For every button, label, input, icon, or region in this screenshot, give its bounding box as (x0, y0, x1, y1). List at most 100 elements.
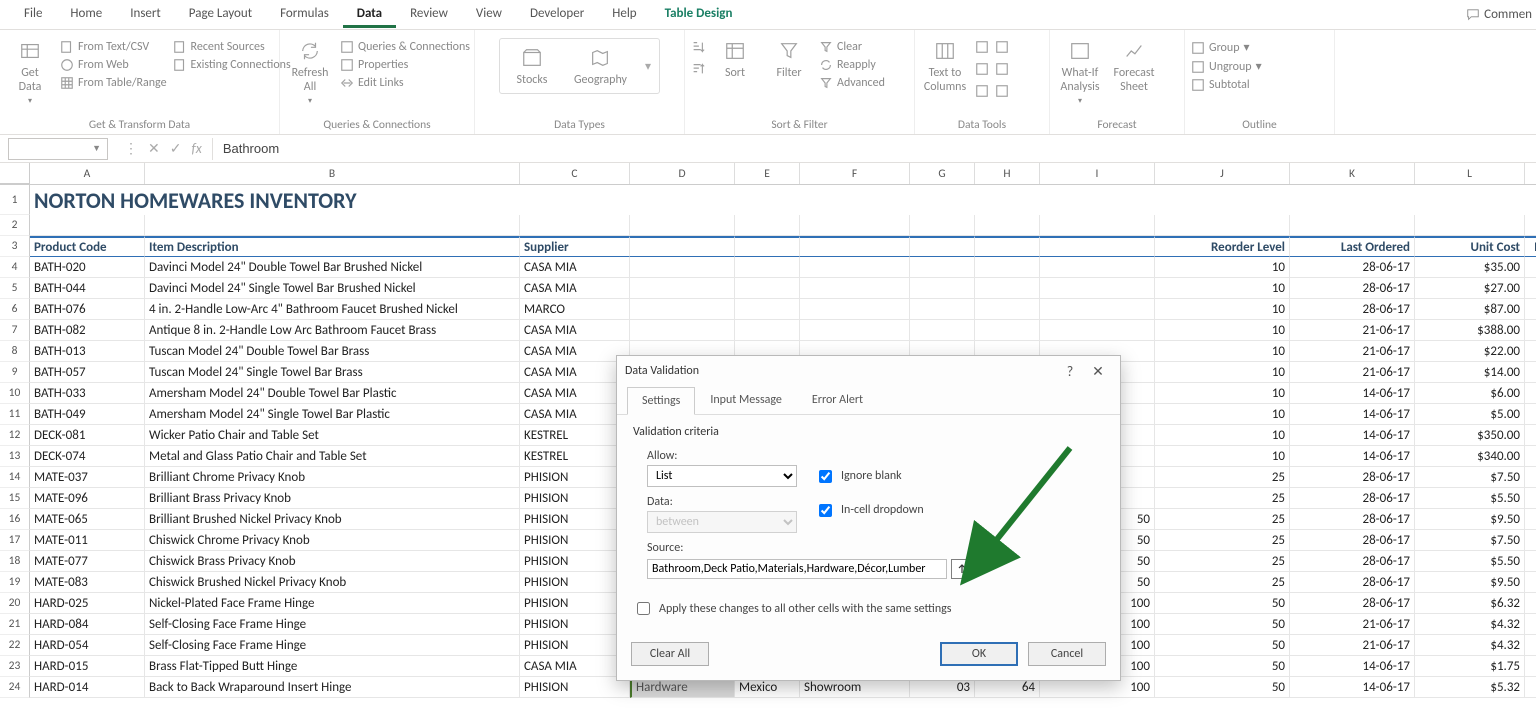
cell[interactable] (735, 278, 800, 299)
col-header-I[interactable]: I (1040, 163, 1155, 184)
cell[interactable]: Nickel-Plated Face Frame Hinge (145, 593, 520, 614)
cell[interactable]: Retail (1525, 236, 1536, 257)
cell[interactable] (630, 215, 735, 236)
tab-data[interactable]: Data (343, 2, 396, 28)
cell[interactable]: CASA MIA (520, 383, 630, 404)
cell[interactable]: $ (1525, 614, 1536, 635)
cell[interactable]: 28-06-17 (1290, 593, 1415, 614)
whatif-button[interactable]: What-If Analysis ▾ (1056, 38, 1104, 106)
cell[interactable]: $ (1525, 635, 1536, 656)
cell[interactable]: $ (1525, 677, 1536, 698)
cell[interactable] (1290, 185, 1415, 215)
cell[interactable] (910, 257, 975, 278)
filter-button[interactable]: Filter (765, 38, 813, 80)
cell[interactable]: 21-06-17 (1290, 341, 1415, 362)
cell[interactable]: Chiswick Brass Privacy Knob (145, 551, 520, 572)
cell[interactable]: 50 (1155, 656, 1290, 677)
cell[interactable]: DECK-074 (30, 446, 145, 467)
cell[interactable] (1415, 185, 1525, 215)
cell[interactable]: $42 (1525, 425, 1536, 446)
cell[interactable]: $42 (1525, 320, 1536, 341)
tab-formulas[interactable]: Formulas (266, 2, 343, 28)
col-header-M[interactable]: M (1525, 163, 1536, 184)
cell[interactable]: 50 (1155, 635, 1290, 656)
ok-button[interactable]: OK (940, 642, 1018, 666)
cell[interactable]: $10 (1525, 299, 1536, 320)
cell[interactable]: Brass Flat-Tipped Butt Hinge (145, 656, 520, 677)
row-header[interactable]: 23 (0, 656, 30, 677)
cell[interactable]: $1 (1525, 362, 1536, 383)
from-text-csv[interactable]: From Text/CSV (60, 38, 167, 56)
cell[interactable]: BATH-033 (30, 383, 145, 404)
cell[interactable]: PHISION (520, 551, 630, 572)
geography-button[interactable]: Geography (574, 45, 627, 87)
name-box-dropdown-icon[interactable]: ▼ (92, 143, 101, 154)
cell[interactable] (1155, 215, 1290, 236)
reapply-filter[interactable]: Reapply (819, 56, 885, 74)
col-header-C[interactable]: C (520, 163, 630, 184)
row-header[interactable]: 3 (0, 236, 30, 257)
cell[interactable] (910, 278, 975, 299)
cell[interactable] (975, 215, 1040, 236)
cell[interactable]: MATE-083 (30, 572, 145, 593)
cell[interactable]: CASA MIA (520, 257, 630, 278)
cell[interactable]: Brilliant Brass Privacy Knob (145, 488, 520, 509)
cell[interactable]: 28-06-17 (1290, 488, 1415, 509)
cell[interactable]: Last Ordered (1290, 236, 1415, 257)
cell[interactable]: PHISION (520, 614, 630, 635)
cell[interactable] (1040, 278, 1155, 299)
cell[interactable] (735, 320, 800, 341)
cell[interactable]: $5.32 (1415, 677, 1525, 698)
cell[interactable] (975, 257, 1040, 278)
cell[interactable] (1415, 215, 1525, 236)
cell[interactable]: CASA MIA (520, 404, 630, 425)
cell[interactable]: PHISION (520, 677, 630, 698)
row-header[interactable]: 4 (0, 257, 30, 278)
cell[interactable]: Antique 8 in. 2-Handle Low Arc Bathroom … (145, 320, 520, 341)
comments-button[interactable]: Commen (1466, 7, 1536, 22)
cell[interactable]: $ (1525, 551, 1536, 572)
cell[interactable]: KESTREL (520, 446, 630, 467)
data-model-icon[interactable] (995, 82, 1009, 100)
cell[interactable]: BATH-049 (30, 404, 145, 425)
tab-page-layout[interactable]: Page Layout (175, 2, 266, 28)
cell[interactable]: 10 (1155, 341, 1290, 362)
cancel-icon[interactable]: ✕ (148, 140, 160, 157)
source-input[interactable] (647, 559, 947, 579)
cell[interactable] (975, 320, 1040, 341)
cell[interactable]: $14.00 (1415, 362, 1525, 383)
dialog-help-button[interactable]: ? (1056, 363, 1084, 380)
cell[interactable]: 28-06-17 (1290, 278, 1415, 299)
cell[interactable]: $87.00 (1415, 299, 1525, 320)
cell[interactable]: $5.50 (1415, 551, 1525, 572)
row-header[interactable]: 14 (0, 467, 30, 488)
cell[interactable]: Brilliant Chrome Privacy Knob (145, 467, 520, 488)
cell[interactable]: 10 (1155, 404, 1290, 425)
dialog-close-button[interactable]: ✕ (1084, 363, 1112, 380)
cell[interactable]: $ (1525, 530, 1536, 551)
consolidate-icon[interactable] (995, 38, 1009, 56)
cell[interactable]: PHISION (520, 509, 630, 530)
cell[interactable]: Wicker Patio Chair and Table Set (145, 425, 520, 446)
cell[interactable]: $35.00 (1415, 257, 1525, 278)
cell[interactable] (975, 185, 1040, 215)
cell[interactable]: $4.32 (1415, 614, 1525, 635)
cell[interactable]: Unit Cost (1415, 236, 1525, 257)
cell[interactable]: 10 (1155, 278, 1290, 299)
cell[interactable]: 28-06-17 (1290, 530, 1415, 551)
cell[interactable]: 25 (1155, 572, 1290, 593)
cell[interactable]: 10 (1155, 383, 1290, 404)
col-header-D[interactable]: D (630, 163, 735, 184)
cell[interactable]: Supplier (520, 236, 630, 257)
row-header[interactable]: 2 (0, 215, 30, 236)
cell[interactable]: 28-06-17 (1290, 299, 1415, 320)
cell[interactable]: Item Description (145, 236, 520, 257)
row-header[interactable]: 12 (0, 425, 30, 446)
cell[interactable]: 14-06-17 (1290, 425, 1415, 446)
cell[interactable] (800, 299, 910, 320)
cell[interactable] (145, 215, 520, 236)
cell[interactable]: Amersham Model 24" Single Towel Bar Plas… (145, 404, 520, 425)
cell[interactable] (1290, 215, 1415, 236)
allow-select[interactable]: List (647, 465, 797, 487)
row-header[interactable]: 9 (0, 362, 30, 383)
